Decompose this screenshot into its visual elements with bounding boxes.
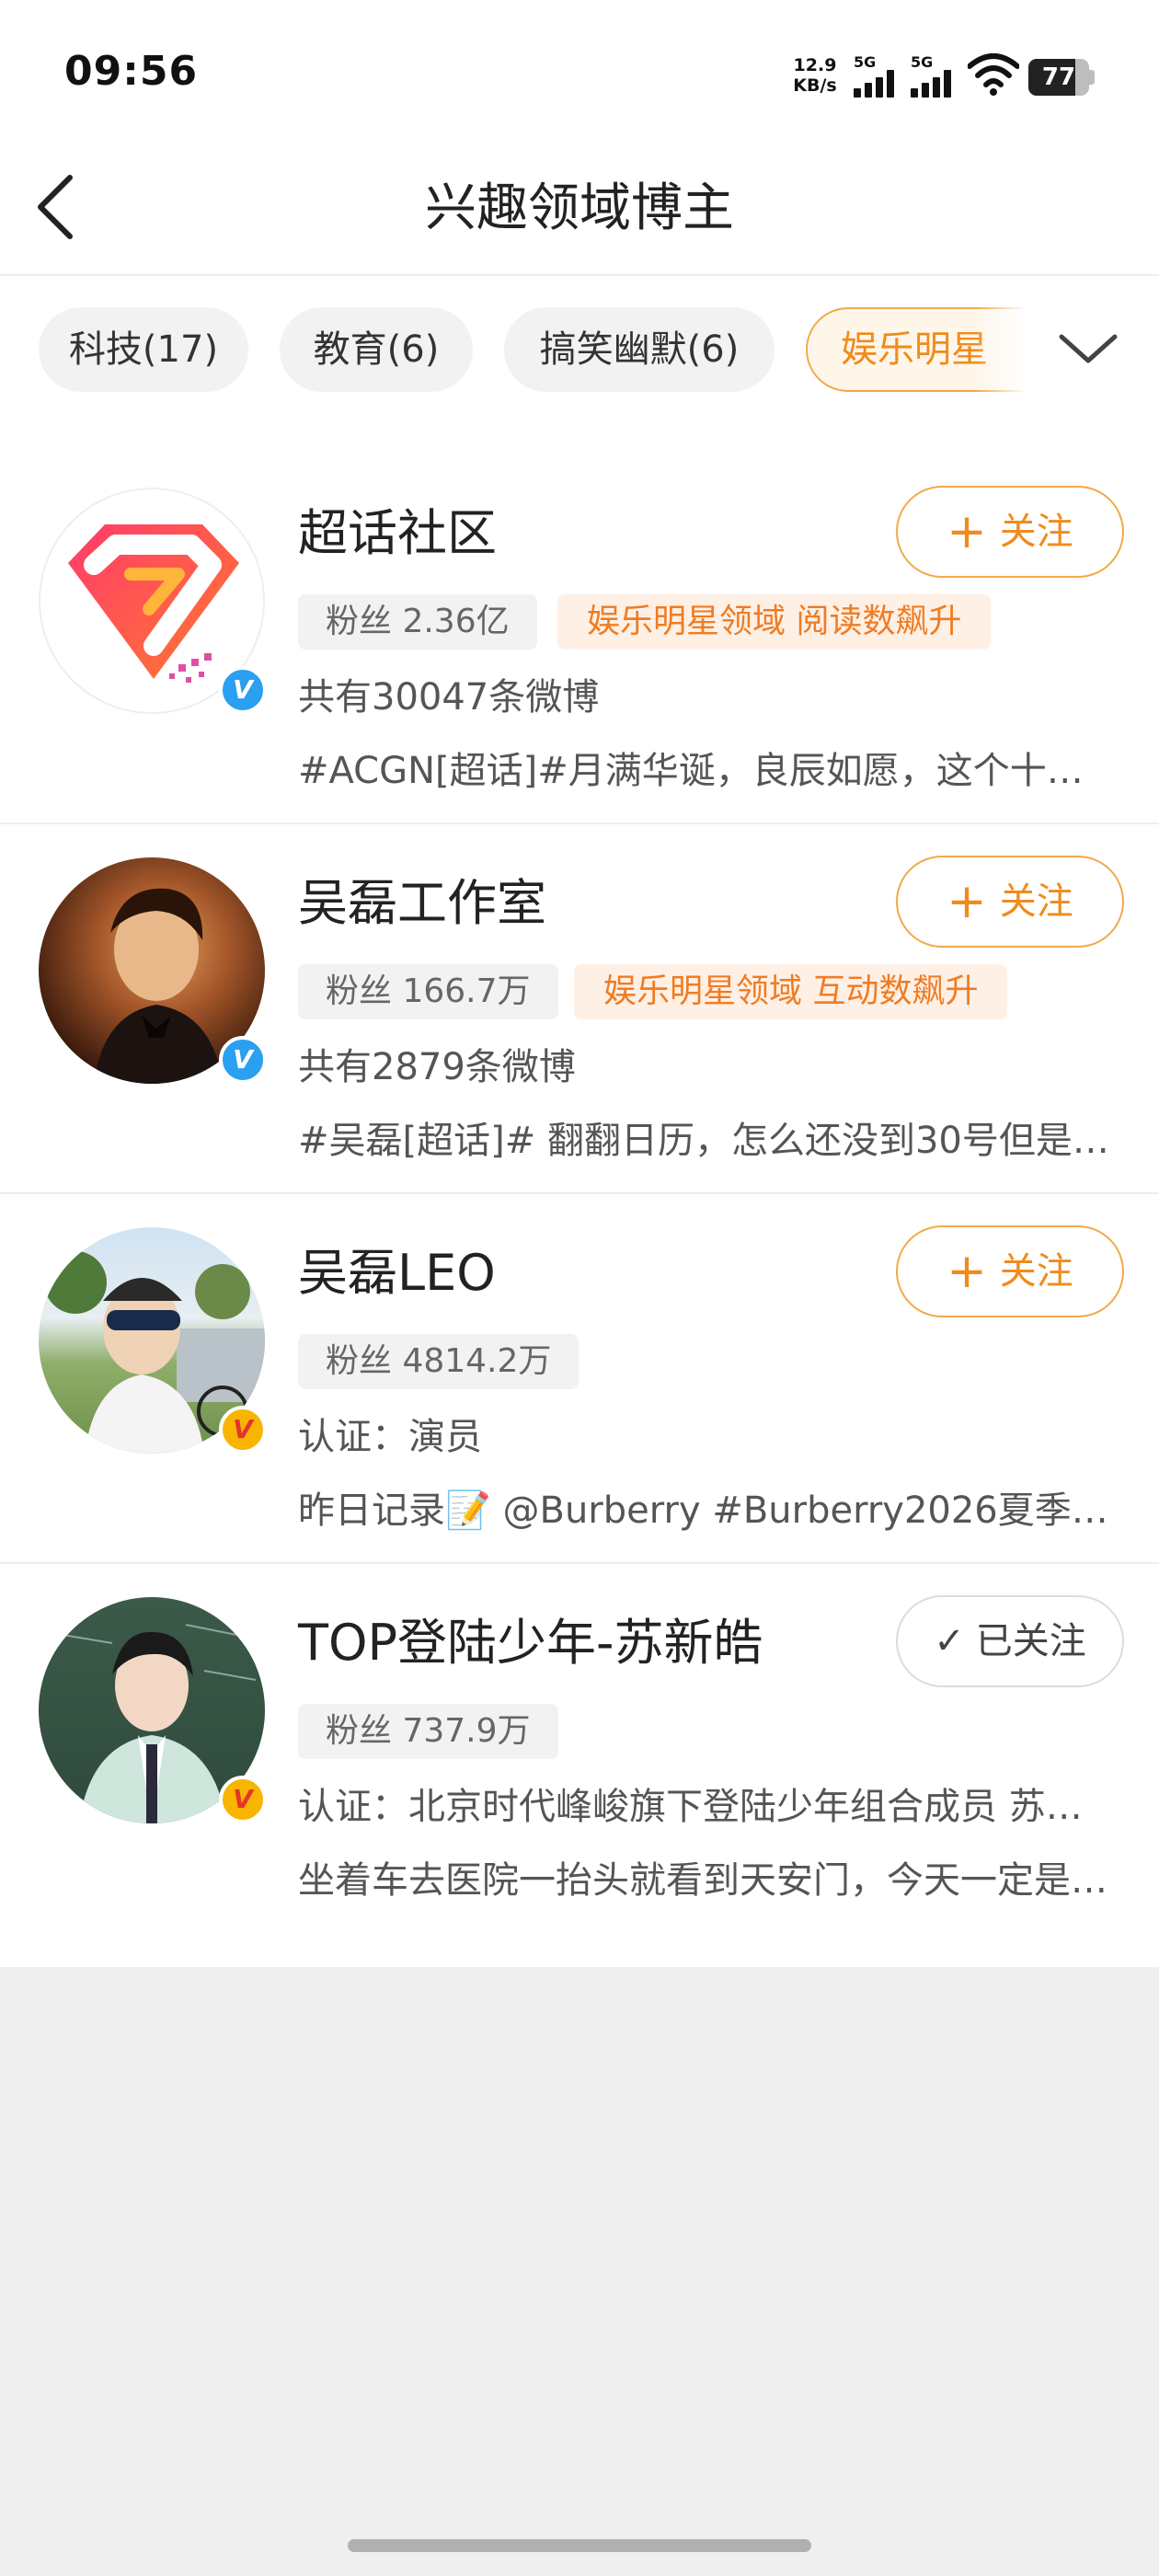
cell-signal-label: 5G xyxy=(911,53,934,71)
list-item[interactable]: V 超话社区 粉丝 2.36亿 娱乐明星领域 阅读数飙升 共有30047条微博 … xyxy=(0,454,1159,824)
category-chips: 科技(17) 教育(6) 搞笑幽默(6) 娱乐明星 xyxy=(0,278,1159,416)
network-speed: 12.9 KB/s xyxy=(787,55,843,96)
plus-icon: + xyxy=(947,874,987,929)
trend-tag: 娱乐明星领域 阅读数飙升 xyxy=(557,594,992,650)
check-icon: ✓ xyxy=(934,1620,965,1662)
fans-count: 粉丝 166.7万 xyxy=(298,964,558,1019)
status-bar: 09:56 12.9 KB/s 5G 5G 77 xyxy=(0,0,1159,138)
nav-bar: 兴趣领域博主 xyxy=(0,138,1159,276)
list-item[interactable]: V TOP登陆少年-苏新皓 粉丝 737.9万 认证：北京时代峰峻旗下登陆少年组… xyxy=(0,1564,1159,1934)
user-name[interactable]: 超话社区 xyxy=(298,502,497,565)
chip-comedy[interactable]: 搞笑幽默(6) xyxy=(504,307,775,392)
home-indicator[interactable] xyxy=(348,2539,811,2552)
user-name[interactable]: 吴磊工作室 xyxy=(298,872,546,935)
latest-post: 昨日记录📝 @Burberry #Burberry2026夏季时装秀# xyxy=(298,1489,1117,1532)
user-name[interactable]: TOP登陆少年-苏新皓 xyxy=(298,1612,763,1674)
latest-post: #ACGN[超话]#月满华诞，良辰如愿，这个十月，一起来超话打卡 xyxy=(298,750,1117,792)
list-item[interactable]: V 吴磊工作室 粉丝 166.7万 娱乐明星领域 互动数飙升 共有2879条微博… xyxy=(0,824,1159,1194)
network-speed-value: 12.9 xyxy=(793,55,837,75)
user-name[interactable]: 吴磊LEO xyxy=(298,1242,496,1305)
verified-badge-icon: V xyxy=(219,666,267,714)
fans-count: 粉丝 4814.2万 xyxy=(298,1334,580,1389)
chip-tech[interactable]: 科技(17) xyxy=(39,307,248,392)
latest-post: 坐着车去医院一抬头就看到天安门，今天一定是幸运的一天 xyxy=(298,1859,1117,1902)
battery-icon: 77 xyxy=(1028,59,1095,96)
network-speed-unit: KB/s xyxy=(793,75,837,96)
user-desc: 共有30047条微博 xyxy=(298,676,600,719)
page-title: 兴趣领域博主 xyxy=(425,178,734,238)
plus-icon: + xyxy=(947,504,987,559)
follow-button[interactable]: + 关注 xyxy=(896,856,1124,948)
fans-count: 粉丝 737.9万 xyxy=(298,1704,558,1759)
plus-icon: + xyxy=(947,1244,987,1299)
chevron-down-icon[interactable] xyxy=(1056,326,1120,372)
verified-badge-icon: V xyxy=(219,1776,267,1823)
trend-tag: 娱乐明星领域 互动数飙升 xyxy=(574,964,1008,1019)
battery-level: 77 xyxy=(1041,63,1076,91)
wifi-icon xyxy=(968,53,1019,96)
follow-button[interactable]: + 关注 xyxy=(896,1225,1124,1317)
following-button[interactable]: ✓ 已关注 xyxy=(896,1595,1124,1687)
fans-count: 粉丝 2.36亿 xyxy=(298,594,537,650)
chip-education[interactable]: 教育(6) xyxy=(280,307,473,392)
user-desc: 认证：北京时代峰峻旗下登陆少年组合成员 苏新皓 xyxy=(298,1786,1117,1828)
status-time: 09:56 xyxy=(64,48,199,95)
list-item[interactable]: V 吴磊LEO 粉丝 4814.2万 认证：演员 昨日记录📝 @Burberry… xyxy=(0,1194,1159,1564)
cell-signal-label: 5G xyxy=(854,53,877,71)
verified-badge-icon: V xyxy=(219,1036,267,1084)
verified-badge-icon: V xyxy=(219,1406,267,1454)
user-desc: 认证：演员 xyxy=(298,1416,482,1458)
follow-button[interactable]: + 关注 xyxy=(896,486,1124,578)
latest-post: #吴磊[超话]# 翻翻日历，怎么还没到30号但是已经开始期待 xyxy=(298,1120,1117,1162)
user-desc: 共有2879条微博 xyxy=(298,1046,576,1088)
